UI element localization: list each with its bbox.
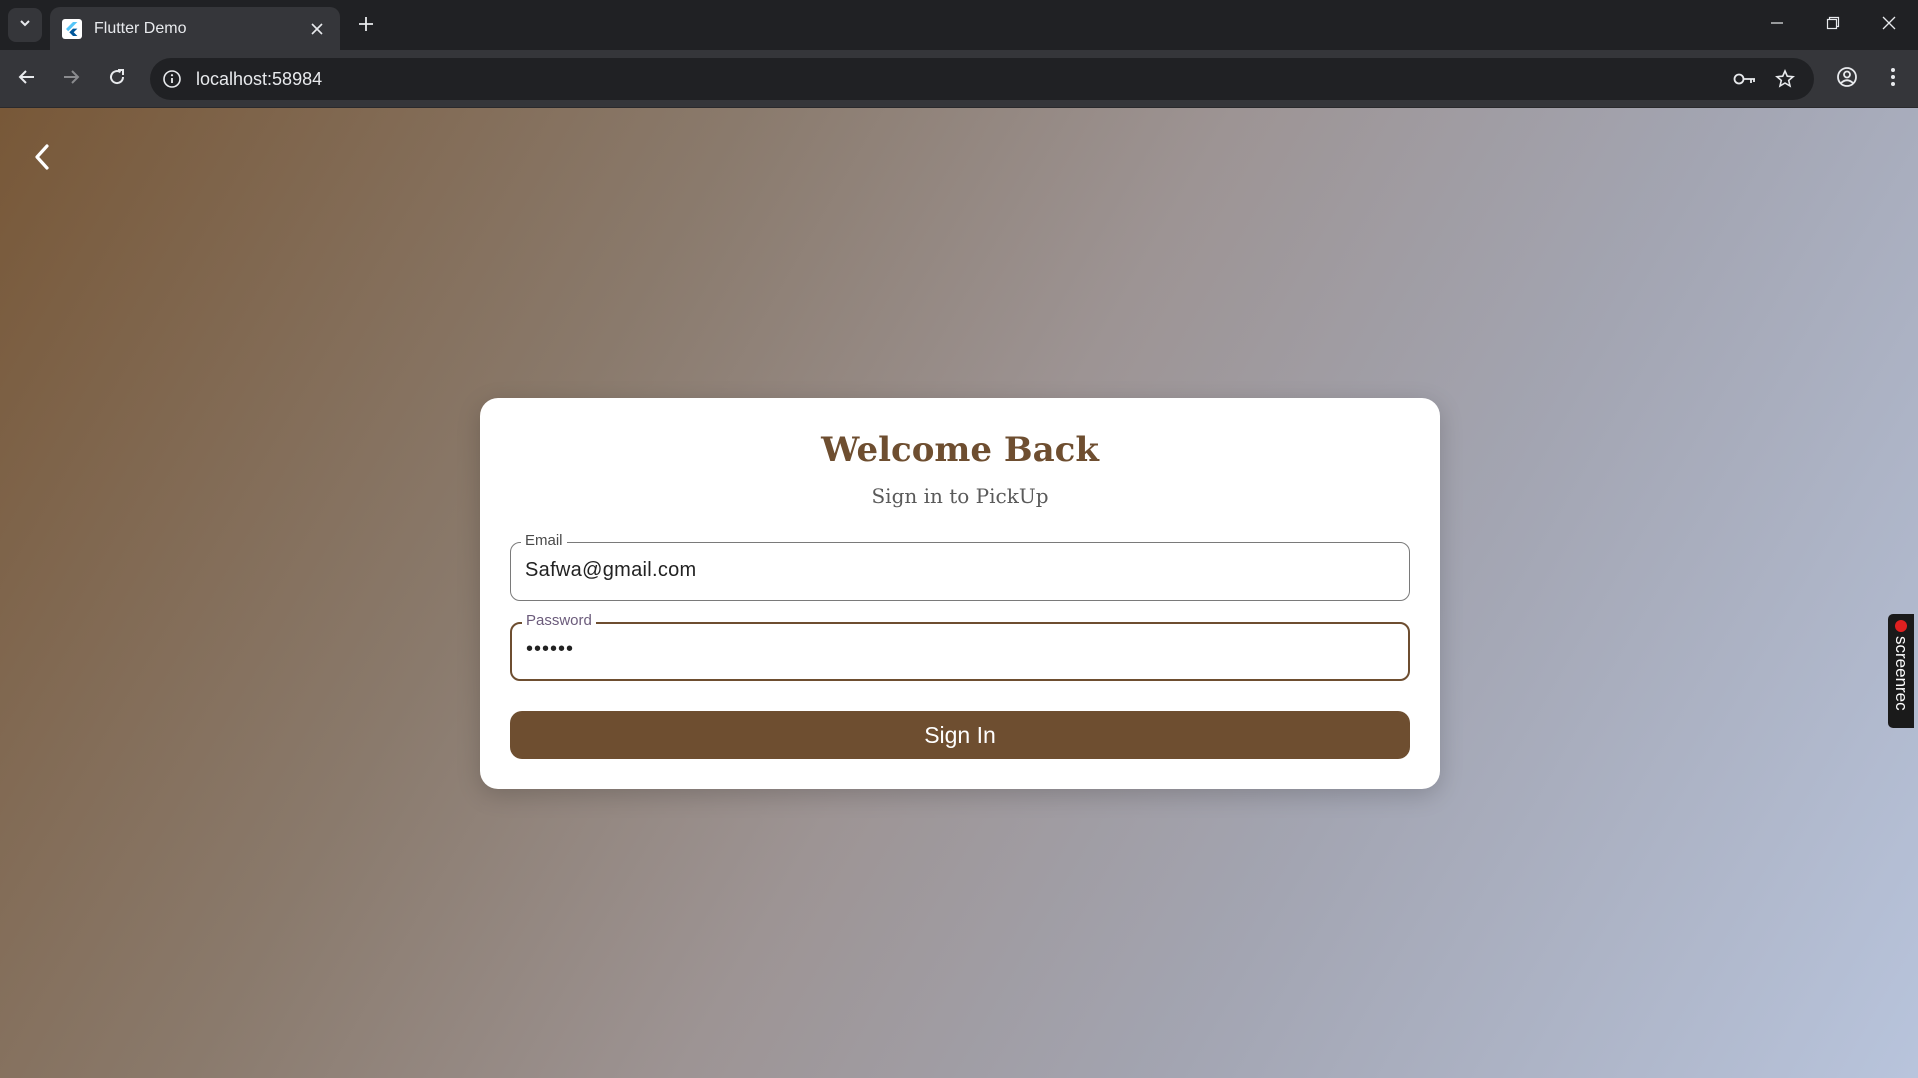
arrow-left-icon [17,67,37,92]
login-card: Welcome Back Sign in to PickUp Email Saf… [480,398,1440,789]
browser-toolbar: localhost:58984 [0,50,1918,108]
app-page: Welcome Back Sign in to PickUp Email Saf… [0,108,1918,1078]
profile-icon [1836,66,1858,93]
minimize-icon [1770,16,1784,35]
arrow-right-icon [61,67,81,92]
password-value[interactable]: •••••• [526,638,574,661]
record-dot-icon [1895,620,1907,632]
url-text: localhost:58984 [196,69,323,89]
email-label: Email [521,532,567,549]
tab-close-icon[interactable] [306,18,328,40]
tab-title: Flutter Demo [94,19,187,37]
back-nav-button[interactable] [12,64,42,94]
restore-button[interactable] [1818,10,1848,40]
reload-button[interactable] [102,64,132,94]
screenrec-widget[interactable]: screenrec [1888,614,1914,728]
screenrec-label: screenrec [1892,636,1911,711]
card-subtitle: Sign in to PickUp [871,484,1049,508]
browser-menu-button[interactable] [1878,64,1908,94]
restore-icon [1826,16,1840,35]
info-icon[interactable] [160,67,184,91]
more-vert-icon [1890,67,1896,92]
close-icon [1882,16,1896,35]
email-field[interactable]: Email Safwa@gmail.com [510,532,1410,601]
sign-in-button[interactable]: Sign In [510,711,1410,759]
tab-search-button[interactable] [8,8,42,42]
new-tab-button[interactable] [352,12,380,40]
forward-nav-button[interactable] [56,64,86,94]
chevron-left-icon [32,143,54,175]
profile-button[interactable] [1832,64,1862,94]
browser-titlebar: Flutter Demo [0,0,1918,50]
reload-icon [107,67,127,92]
password-field[interactable]: Password •••••• [510,612,1410,681]
address-bar[interactable]: localhost:58984 [150,58,1814,100]
star-icon[interactable] [1772,67,1798,91]
password-label: Password [522,612,596,629]
chevron-down-icon [18,16,32,35]
page-back-button[interactable] [26,142,60,176]
minimize-button[interactable] [1762,10,1792,40]
email-value[interactable]: Safwa@gmail.com [525,559,697,582]
flutter-logo-icon [62,18,82,39]
key-icon[interactable] [1732,67,1758,91]
plus-icon [358,16,374,37]
browser-tab[interactable]: Flutter Demo [50,7,340,50]
close-window-button[interactable] [1874,10,1904,40]
card-title: Welcome Back [821,430,1099,470]
